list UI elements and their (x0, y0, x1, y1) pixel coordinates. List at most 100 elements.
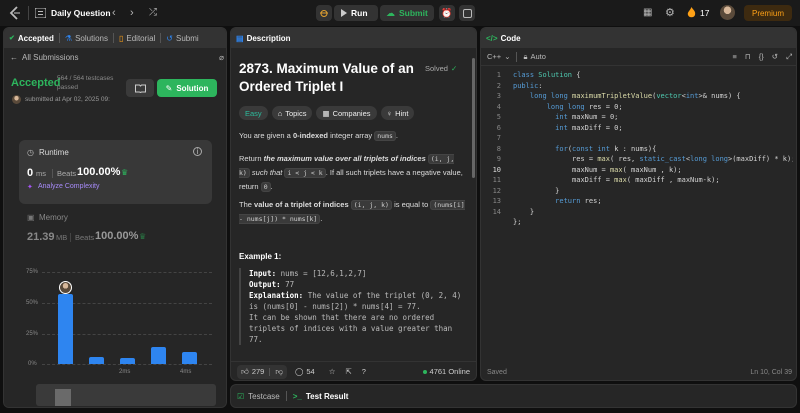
memory-chip-icon: ▣ (27, 213, 35, 222)
memory-card[interactable]: ▣ Memory 21.39 MB Beats 100.00% ♛ (19, 208, 212, 250)
runtime-bar[interactable] (151, 346, 166, 364)
runtime-distribution-chart[interactable]: 75% 50% 25% 0% 2ms 4ms 1ms 2ms 3ms 4ms (4, 263, 226, 408)
history-icon: ↺ (166, 33, 173, 43)
help-icon[interactable]: ? (362, 367, 366, 376)
description-paragraph-1: You are given a 0-indexed integer array … (239, 131, 399, 141)
example-block: Input: nums = [12,6,1,2,7] Output: 77 Ex… (239, 268, 465, 345)
line-numbers: 1 2 3 4 5 6 7 8 9 10 11 12 13 14 (492, 71, 501, 216)
x-tick-label: 4ms (180, 369, 192, 375)
editorial-book-button[interactable] (126, 79, 154, 97)
trophy-icon-muted: ♛ (139, 232, 147, 241)
tab-submissions[interactable]: ↺ Submi (161, 28, 203, 48)
mini-x-label: 4ms (182, 407, 193, 408)
star-icon[interactable]: ☆ (329, 367, 336, 376)
problem-list-icon[interactable] (34, 7, 46, 19)
chevron-right-icon[interactable]: › (130, 7, 134, 19)
fire-icon[interactable] (687, 7, 696, 18)
difficulty-badge[interactable]: Easy (239, 106, 268, 120)
check-circle-icon: ✓ (450, 64, 458, 73)
mini-x-label: 3ms (151, 407, 162, 408)
code-panel: </> Code C++ ⌄ 🔒︎ Auto ≡ ⊓ {} ↺ ⤢ 12345678… (480, 27, 797, 381)
comment-icon: ◯ (294, 367, 304, 376)
thumbs-down-icon[interactable]: 👎︎ (275, 367, 283, 377)
status-accepted: Accepted (11, 77, 61, 89)
tab-editorial[interactable]: ▯ Editorial (114, 28, 160, 48)
runtime-bar[interactable] (182, 351, 197, 364)
tab-description[interactable]: ▤ Description (231, 28, 296, 48)
play-icon (341, 9, 347, 17)
arrow-left-icon: ← (10, 53, 18, 62)
hint-chip[interactable]: ♀ Hint (380, 106, 415, 120)
submit-button[interactable]: ☁ Submit (380, 5, 434, 21)
description-paragraph-2: Return the maximum value over all triple… (239, 154, 463, 192)
gear-icon[interactable]: ⚙ (665, 6, 675, 19)
layout-grid-icon[interactable]: ▦ (643, 7, 652, 18)
braces-icon[interactable]: {} (759, 52, 764, 62)
x-tick-label: 2ms (119, 369, 131, 375)
tab-test-result[interactable]: >_ Test Result (293, 392, 349, 401)
open-book-icon (134, 84, 146, 93)
tab-accepted[interactable]: ✔ Accepted (4, 28, 59, 48)
streak-count[interactable]: 17 (700, 8, 709, 18)
run-button[interactable]: Run (334, 5, 378, 21)
flask-icon: ⚗ (64, 33, 73, 43)
online-dot-icon (422, 369, 427, 374)
submission-panel: ✔ Accepted ⚗ Solutions ▯ Editorial ↺ Sub… (3, 27, 227, 408)
page-title[interactable]: Daily Question (51, 8, 111, 18)
chevron-left-icon[interactable]: ‹ (112, 7, 116, 19)
lightbulb-icon: ♀ (386, 108, 393, 118)
bookmark-icon[interactable]: ⊓ (745, 52, 751, 62)
share-icon[interactable]: ⇱ (345, 367, 351, 376)
terminal-icon: >_ (292, 391, 302, 401)
description-footer: 👍︎ 279 👎︎ ◯ 54 ☆ ⇱ ? 4761 Online (231, 361, 476, 380)
tab-testcase[interactable]: ☑ Testcase (237, 392, 280, 401)
description-panel: ▤ Description 2873. Maximum Value of an … (230, 27, 477, 381)
tag-icon: ⌂ (277, 108, 283, 118)
runtime-bar[interactable] (89, 356, 104, 364)
analyze-complexity-link[interactable]: Analyze Complexity (38, 183, 99, 190)
solution-button[interactable]: ✎ Solution (157, 79, 217, 97)
info-icon[interactable]: i (193, 147, 202, 156)
vertical-scrollbar[interactable] (472, 58, 475, 178)
paperclip-icon[interactable]: ⌀ (219, 53, 224, 62)
tab-code[interactable]: </> Code (481, 28, 526, 48)
debug-icon[interactable] (316, 5, 332, 21)
alarm-clock-icon[interactable]: ⏰ (439, 5, 455, 21)
tag-row: Easy ⌂ Topics ▦ Companies ♀ Hint (239, 106, 415, 120)
example-title: Example 1: (239, 252, 282, 261)
topics-chip[interactable]: ⌂ Topics (271, 106, 313, 120)
auto-mode[interactable]: 🔒︎ Auto (523, 52, 545, 62)
like-button[interactable]: 👍︎ 279 👎︎ (237, 364, 287, 379)
solved-badge: Solved ✓ (425, 64, 458, 73)
runtime-card[interactable]: ◷ Runtime i 0 ms Beats 100.00% ♛ ✦ Analy… (19, 140, 212, 204)
premium-button[interactable]: Premium (744, 5, 792, 21)
clock-icon: ◷ (27, 148, 34, 157)
range-selector[interactable] (36, 384, 216, 406)
comments-button[interactable]: ◯ 54 (295, 367, 315, 376)
shuffle-icon[interactable]: ⤮ (149, 7, 157, 18)
companies-chip[interactable]: ▦ Companies (316, 106, 377, 120)
leetcode-logo-icon[interactable] (8, 6, 22, 20)
testcases-passed: 564 / 564 testcases passed (57, 75, 114, 91)
building-icon: ▦ (322, 108, 330, 118)
user-avatar-small (12, 95, 21, 104)
language-select[interactable]: C++ ⌄ (487, 52, 510, 61)
all-submissions-link[interactable]: ← All Submissions (10, 53, 78, 62)
mini-x-label: 2ms (120, 407, 131, 408)
lock-icon: 🔒︎ (523, 51, 528, 61)
runtime-bar[interactable] (58, 294, 73, 364)
cloud-upload-icon: ☁ (386, 7, 395, 18)
book-icon: ▯ (118, 33, 124, 43)
code-editor[interactable]: class Solution { public: long long maxim… (513, 70, 793, 228)
code-toolbar: C++ ⌄ 🔒︎ Auto ≡ ⊓ {} ↺ ⤢ (481, 48, 796, 66)
problem-title[interactable]: 2873. Maximum Value of an Ordered Triple… (239, 60, 424, 96)
tab-solutions[interactable]: ⚗ Solutions (60, 28, 113, 48)
notes-icon[interactable] (459, 5, 475, 21)
code-icon: </> (486, 33, 498, 43)
format-icon[interactable]: ≡ (732, 52, 736, 62)
saved-status: Saved (487, 368, 507, 376)
expand-icon[interactable]: ⤢ (786, 52, 792, 62)
reset-icon[interactable]: ↺ (772, 52, 778, 62)
avatar[interactable] (720, 5, 735, 20)
runtime-bar[interactable] (120, 357, 135, 364)
